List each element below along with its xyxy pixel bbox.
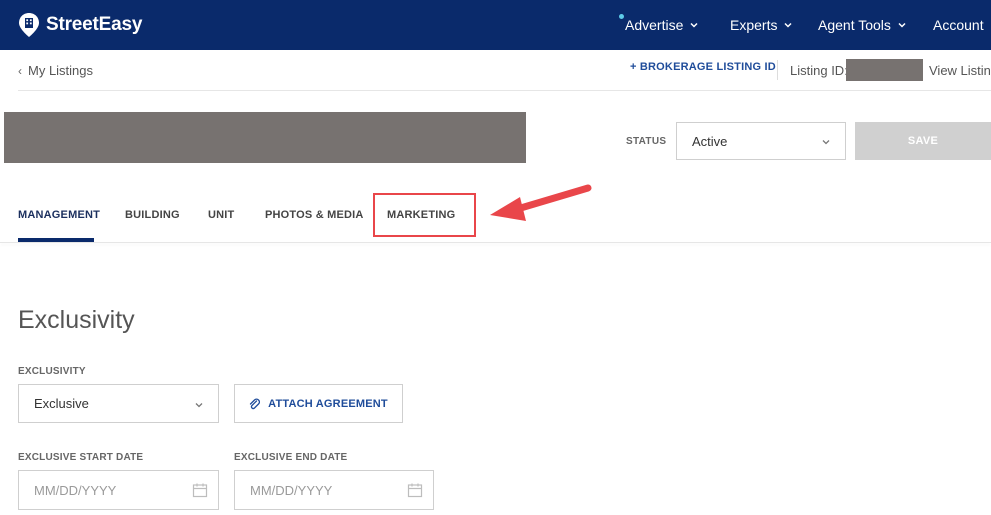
tab-unit[interactable]: UNIT [208, 209, 234, 221]
back-link-label: My Listings [28, 63, 94, 78]
brand-name: StreetEasy [46, 14, 143, 35]
nav-advertise[interactable]: Advertise [625, 17, 699, 33]
paperclip-icon [249, 397, 261, 409]
tab-photos-media[interactable]: PHOTOS & MEDIA [265, 209, 364, 221]
view-listing-link[interactable]: View Listing [929, 63, 991, 78]
notification-dot [619, 14, 624, 19]
nav-experts[interactable]: Experts [730, 17, 793, 33]
exclusivity-value: Exclusive [34, 396, 89, 411]
exclusive-end-date-label: EXCLUSIVE END DATE [234, 452, 348, 463]
attach-agreement-label: ATTACH AGREEMENT [268, 397, 388, 410]
listing-id-label: Listing ID: [790, 63, 848, 78]
status-select[interactable]: Active [676, 122, 846, 160]
top-navbar: StreetEasy Advertise Experts Agent Tools… [0, 0, 991, 50]
chevron-down-icon [822, 140, 830, 145]
nav-experts-label: Experts [730, 17, 778, 33]
building-pin-icon [19, 13, 39, 37]
chevron-down-icon [898, 22, 906, 28]
exclusivity-label: EXCLUSIVITY [18, 366, 86, 377]
chevron-left-icon: ‹ [18, 63, 22, 78]
tab-building[interactable]: BUILDING [125, 209, 180, 221]
chevron-down-icon [195, 403, 203, 408]
exclusive-end-date-input[interactable]: MM/DD/YYYY [234, 470, 434, 510]
nav-agent-tools-label: Agent Tools [818, 17, 891, 33]
nav-account[interactable]: Account [933, 17, 991, 33]
end-date-placeholder: MM/DD/YYYY [250, 482, 333, 498]
tab-management[interactable]: MANAGEMENT [18, 209, 100, 221]
calendar-icon[interactable] [192, 482, 208, 498]
status-label: STATUS [626, 136, 667, 147]
nav-account-label: Account [933, 17, 984, 33]
exclusive-start-date-input[interactable]: MM/DD/YYYY [18, 470, 219, 510]
attach-agreement-button[interactable]: ATTACH AGREEMENT [234, 384, 403, 423]
add-brokerage-listing-id-link[interactable]: + BROKERAGE LISTING ID [630, 61, 776, 73]
save-button[interactable]: SAVE [855, 122, 991, 160]
start-date-placeholder: MM/DD/YYYY [34, 482, 117, 498]
status-value: Active [692, 133, 728, 149]
listing-title-redacted [4, 112, 526, 163]
brand-logo[interactable]: StreetEasy [18, 12, 142, 38]
exclusivity-select[interactable]: Exclusive [18, 384, 219, 423]
divider [18, 90, 991, 91]
tabs-divider [0, 242, 991, 243]
annotation-arrow-icon [490, 184, 592, 221]
annotation-highlight-box [373, 193, 476, 237]
nav-advertise-label: Advertise [625, 17, 684, 33]
divider [777, 60, 778, 80]
section-title: Exclusivity [18, 306, 135, 334]
exclusive-start-date-label: EXCLUSIVE START DATE [18, 452, 144, 463]
nav-agent-tools[interactable]: Agent Tools [818, 17, 907, 33]
chevron-down-icon [690, 22, 698, 28]
back-to-my-listings-link[interactable]: ‹ My Listings [18, 63, 93, 78]
listing-id-redacted [846, 59, 923, 81]
chevron-down-icon [784, 22, 792, 28]
calendar-icon[interactable] [407, 482, 423, 498]
